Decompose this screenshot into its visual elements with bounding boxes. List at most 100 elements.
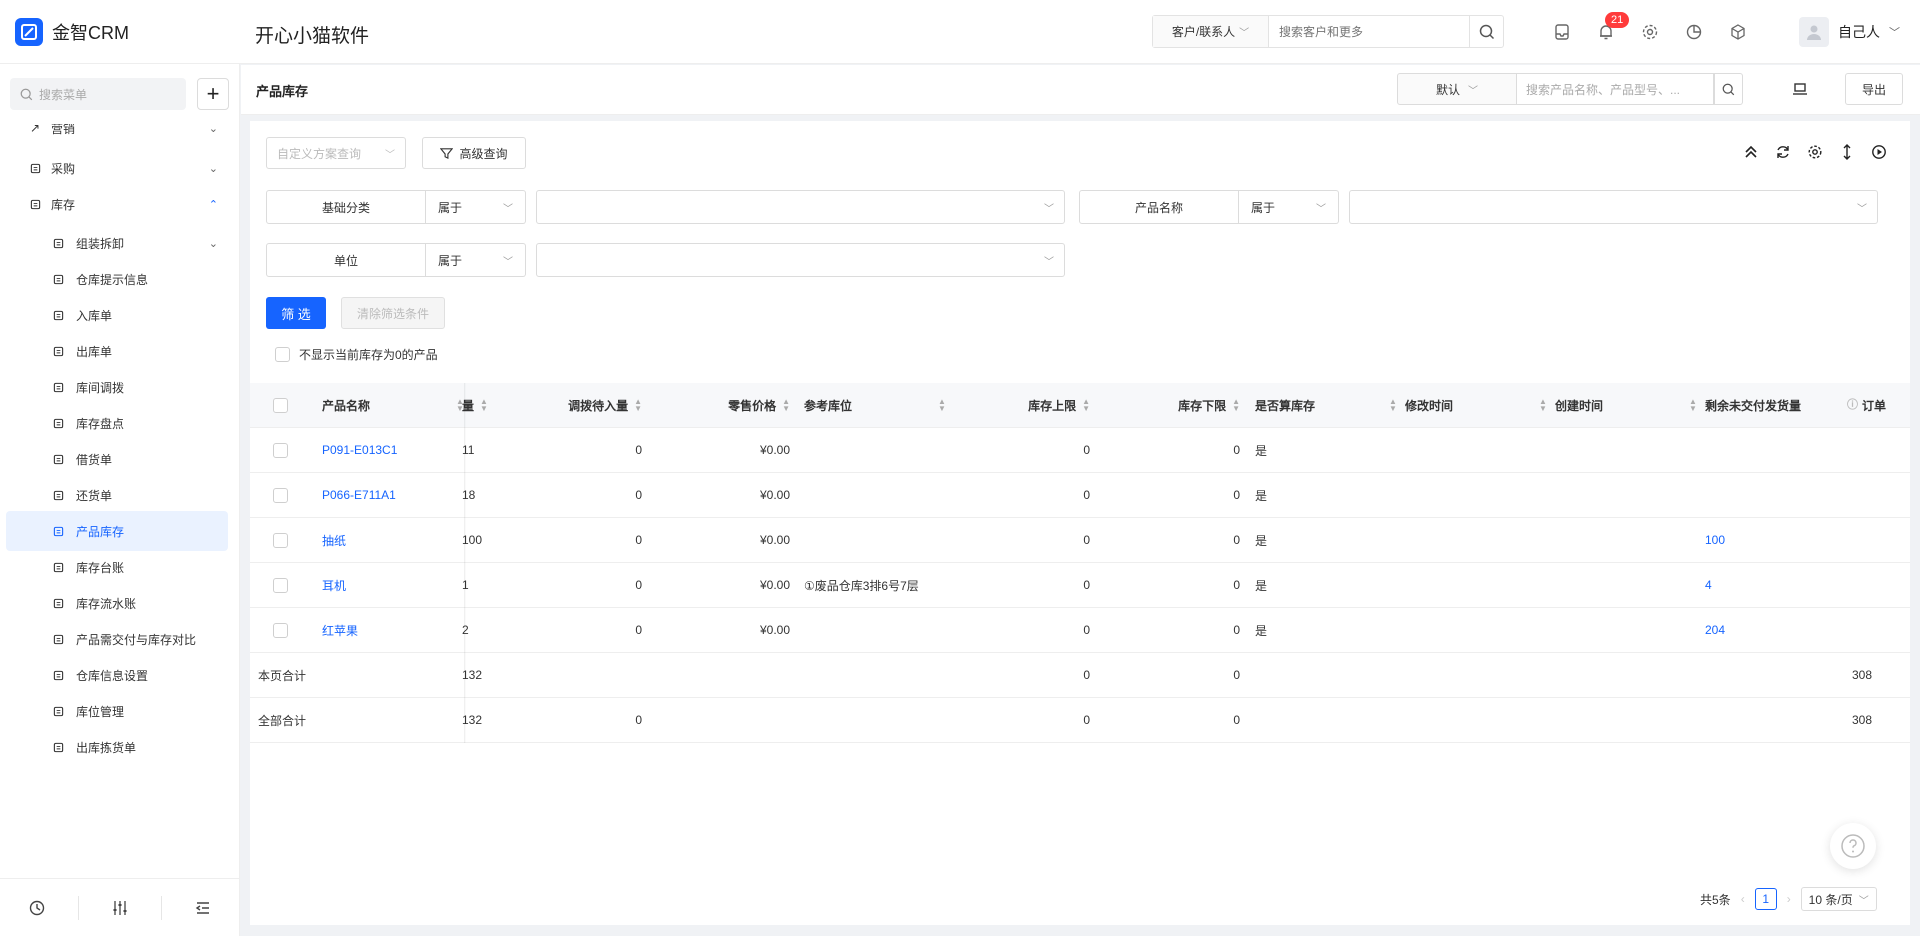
view-select[interactable]: 默认 ﹀ xyxy=(1397,73,1517,105)
product-name-link[interactable]: P066-E711A1 xyxy=(322,473,462,517)
row-checkbox[interactable] xyxy=(273,487,288,503)
info-icon[interactable]: ⓘ xyxy=(1847,399,1858,410)
sort-icon[interactable]: ▲ ▼ xyxy=(1389,398,1397,413)
remaining-link[interactable] xyxy=(1705,473,1855,517)
row-height-icon[interactable] xyxy=(1838,143,1856,161)
product-name-link[interactable]: 抽纸 xyxy=(322,518,462,562)
row-checkbox[interactable] xyxy=(273,532,288,548)
global-search-input[interactable] xyxy=(1269,16,1469,47)
column-settings-icon[interactable] xyxy=(1806,143,1824,161)
collapse-up-icon[interactable] xyxy=(1742,143,1760,161)
scheme-select[interactable]: 自定义方案查询 ﹀ xyxy=(266,137,406,169)
table-row[interactable]: P091-E013C1 11 0 ¥0.00 0 0 是 xyxy=(250,428,1910,473)
column-header[interactable]: 库存上限 ▲ ▼ xyxy=(940,383,1090,427)
add-button[interactable]: + xyxy=(197,78,229,110)
logo[interactable]: 金智CRM xyxy=(15,18,129,46)
bell-icon[interactable]: 21 xyxy=(1592,12,1630,46)
column-header[interactable]: 调拨待入量 ▲ ▼ xyxy=(512,383,642,427)
product-name-link[interactable]: 耳机 xyxy=(322,563,462,607)
page-size-select[interactable]: 10 条/页 ﹀ xyxy=(1800,887,1877,911)
filter-value-select[interactable]: ﹀ xyxy=(536,190,1065,224)
row-checkbox[interactable] xyxy=(273,577,288,593)
sort-icon[interactable]: ▲ ▼ xyxy=(634,398,642,413)
sidebar-item[interactable]: 库位管理 xyxy=(0,691,240,731)
product-search-input[interactable]: 搜索产品名称、产品型号、... xyxy=(1516,73,1714,105)
column-header[interactable]: 创建时间 ▲ ▼ xyxy=(1555,383,1697,427)
sort-icon[interactable]: ▲ ▼ xyxy=(1082,398,1090,413)
sort-icon[interactable]: ▲ ▼ xyxy=(480,398,488,413)
remaining-link[interactable]: 100 xyxy=(1705,518,1855,562)
hide-zero-option[interactable]: 不显示当前库存为0的产品 xyxy=(275,346,438,363)
column-header[interactable]: 订单 xyxy=(1862,383,1910,427)
column-header[interactable]: 库存下限 ▲ ▼ xyxy=(1090,383,1240,427)
table-row[interactable]: 耳机10¥0.00①废品仓库3排6号7层00是4 xyxy=(250,563,1910,608)
remaining-link[interactable]: 204 xyxy=(1705,608,1855,652)
sort-icon[interactable]: ▲ ▼ xyxy=(1232,398,1240,413)
refresh-icon[interactable] xyxy=(1774,143,1792,161)
user-menu[interactable]: 自己人 ﹀ xyxy=(1799,17,1900,47)
remaining-link[interactable]: 4 xyxy=(1705,563,1855,607)
column-header[interactable]: 是否算库存 ▲ ▼ xyxy=(1255,383,1397,427)
product-search-button[interactable] xyxy=(1714,73,1743,105)
help-button[interactable] xyxy=(1830,823,1876,869)
advanced-query-button[interactable]: 高级查询 xyxy=(422,137,526,169)
table-row[interactable]: P066-E711A1 18 0 ¥0.00 0 0 是 xyxy=(250,473,1910,518)
page-button[interactable]: 1 xyxy=(1754,888,1777,910)
select-all-checkbox[interactable] xyxy=(273,397,288,413)
search-type-select[interactable]: 客户/联系人 ﹀ xyxy=(1153,16,1269,47)
sidebar-item[interactable]: 产品需交付与库存对比 xyxy=(0,619,240,659)
column-header[interactable]: 修改时间 ▲ ▼ xyxy=(1405,383,1547,427)
sidebar-item[interactable]: 出库拣货单 xyxy=(0,727,240,767)
sidebar-item[interactable]: 库存 ⌃ xyxy=(0,184,240,224)
column-header[interactable]: 剩余未交付发货量 ⓘ xyxy=(1705,383,1858,427)
sidebar-item[interactable]: 产品库存 xyxy=(6,511,228,551)
clear-filters-button[interactable]: 清除筛选条件 xyxy=(341,297,445,329)
sidebar-item[interactable]: 还货单 xyxy=(0,475,240,515)
product-name-link[interactable]: 红苹果 xyxy=(322,608,462,652)
filter-value-select[interactable]: ﹀ xyxy=(1349,190,1878,224)
play-circle-icon[interactable] xyxy=(1870,143,1888,161)
filter-submit-button[interactable]: 筛 选 xyxy=(266,297,326,329)
sidebar-item[interactable]: 库存盘点 xyxy=(0,403,240,443)
inbox-icon[interactable] xyxy=(1548,18,1576,46)
sidebar-item-partial[interactable]: ↗ 营销 ⌄ xyxy=(0,124,240,148)
history-icon[interactable] xyxy=(17,893,57,923)
sort-icon[interactable]: ▲ ▼ xyxy=(782,398,790,413)
sort-icon[interactable]: ▲ ▼ xyxy=(1689,398,1697,413)
sidebar-item[interactable]: 出库单 xyxy=(0,331,240,371)
sidebar-item[interactable]: 库存流水账 xyxy=(0,583,240,623)
sidebar-item[interactable]: 库间调拨 xyxy=(0,367,240,407)
monitor-icon[interactable] xyxy=(1785,73,1815,105)
cube-icon[interactable] xyxy=(1724,18,1752,46)
menu-search[interactable]: 搜索菜单 xyxy=(10,78,186,110)
column-header[interactable]: 量 ▲ ▼ xyxy=(462,383,492,427)
sidebar-item[interactable]: 采购 ⌄ xyxy=(0,148,240,188)
search-button[interactable] xyxy=(1469,16,1503,47)
prev-page-icon[interactable]: ‹ xyxy=(1741,892,1745,906)
column-header[interactable]: 产品名称 ▲ ▼ xyxy=(322,383,464,427)
sidebar-item[interactable]: 入库单 xyxy=(0,295,240,335)
row-checkbox[interactable] xyxy=(273,442,288,458)
sidebar-item[interactable]: 仓库提示信息 xyxy=(0,259,240,299)
sidebar-item[interactable]: 组装拆卸 ⌄ xyxy=(0,223,240,263)
sidebar-item[interactable]: 借货单 xyxy=(0,439,240,479)
pie-chart-icon[interactable] xyxy=(1680,18,1708,46)
sidebar-item[interactable]: 库存台账 xyxy=(0,547,240,587)
column-header[interactable]: 零售价格 ▲ ▼ xyxy=(660,383,790,427)
row-checkbox[interactable] xyxy=(273,622,288,638)
filter-operator-select[interactable]: 属于 ﹀ xyxy=(426,243,526,277)
remaining-link[interactable] xyxy=(1705,428,1855,472)
filter-operator-select[interactable]: 属于 ﹀ xyxy=(426,190,526,224)
filter-operator-select[interactable]: 属于 ﹀ xyxy=(1239,190,1339,224)
sidebar-item[interactable]: 仓库信息设置 xyxy=(0,655,240,695)
filter-value-select[interactable]: ﹀ xyxy=(536,243,1065,277)
product-name-link[interactable]: P091-E013C1 xyxy=(322,428,462,472)
sliders-icon[interactable] xyxy=(100,893,140,923)
next-page-icon[interactable]: › xyxy=(1787,892,1791,906)
sort-icon[interactable]: ▲ ▼ xyxy=(1539,398,1547,413)
hide-zero-checkbox[interactable] xyxy=(275,347,290,362)
export-button[interactable]: 导出 xyxy=(1845,73,1903,105)
table-row[interactable]: 抽纸 100 0 ¥0.00 0 0 是 100 xyxy=(250,518,1910,563)
table-row[interactable]: 红苹果2 0 ¥0.00 0 0 是 204 xyxy=(250,608,1910,653)
settings-gear-icon[interactable] xyxy=(1636,18,1664,46)
